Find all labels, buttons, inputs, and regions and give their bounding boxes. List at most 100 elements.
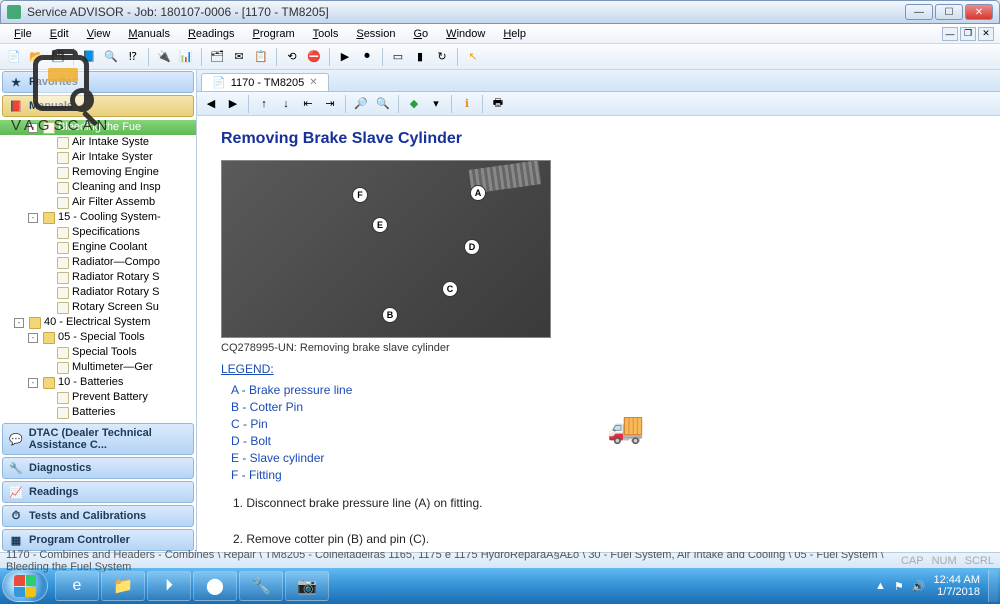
task-app1-icon[interactable]: ⬤ [193, 571, 237, 601]
tree-node[interactable]: -05 - Special Tools [0, 330, 196, 345]
show-desktop-button[interactable] [988, 570, 998, 602]
tb-mail-icon[interactable]: ✉ [229, 47, 249, 67]
tree-node[interactable]: -Bleeding the Fue [0, 120, 196, 135]
tree-node[interactable]: Cleaning and Insp [0, 180, 196, 195]
tb-win1-icon[interactable]: ▭ [388, 47, 408, 67]
tb-report-icon[interactable]: 📋 [251, 47, 271, 67]
tree-node[interactable]: Air Intake Syster [0, 150, 196, 165]
tb-back-icon[interactable]: ⟲ [282, 47, 302, 67]
print-icon[interactable]: 🖶 [488, 94, 508, 114]
tree-node[interactable]: Using a Booster B [0, 420, 196, 422]
book-icon: 📕 [9, 99, 23, 113]
tb-folder-icon[interactable]: 🗂 [207, 47, 227, 67]
task-media-icon[interactable]: ⏵ [147, 571, 191, 601]
maximize-button[interactable]: ☐ [935, 4, 963, 20]
info-icon[interactable]: ℹ [457, 94, 477, 114]
menu-edit[interactable]: Edit [42, 26, 77, 42]
tb-win2-icon[interactable]: ▮ [410, 47, 430, 67]
tree-node[interactable]: -40 - Electrical System [0, 315, 196, 330]
menu-program[interactable]: Program [244, 26, 302, 42]
tb-stop-icon[interactable]: ⛔ [304, 47, 324, 67]
nav-back-icon[interactable]: ◀ [201, 94, 221, 114]
tree-node[interactable]: Removing Engine [0, 165, 196, 180]
tb-diag-icon[interactable]: ⁉ [123, 47, 143, 67]
tree-node[interactable]: Air Intake Syste [0, 135, 196, 150]
tree-node[interactable]: Rotary Screen Su [0, 300, 196, 315]
system-tray[interactable]: ▲ ⚑ 🔊 12:44 AM1/7/2018 [867, 574, 988, 598]
tree-node[interactable]: Air Filter Assemb [0, 195, 196, 210]
tray-volume-icon[interactable]: 🔊 [912, 580, 926, 593]
manual-tree[interactable]: -Bleeding the FueAir Intake SysteAir Int… [0, 118, 196, 422]
nav-prev-icon[interactable]: ⇤ [298, 94, 318, 114]
menu-help[interactable]: Help [495, 26, 534, 42]
mdi-minimize[interactable]: — [942, 27, 958, 41]
task-app2-icon[interactable]: 🔧 [239, 571, 283, 601]
bookmark-icon[interactable]: ◆ [404, 94, 424, 114]
menu-go[interactable]: Go [405, 26, 436, 42]
tb-new-icon[interactable]: 📄 [4, 47, 24, 67]
tree-node[interactable]: Prevent Battery [0, 390, 196, 405]
document-viewer[interactable]: Removing Brake Slave Cylinder A B C D E … [197, 116, 1000, 552]
zoom-icon[interactable]: 🔍 [373, 94, 393, 114]
menu-readings[interactable]: Readings [180, 26, 243, 42]
nav-up-icon[interactable]: ↑ [254, 94, 274, 114]
sidebar-favorites[interactable]: ★Favorites [2, 71, 194, 93]
close-button[interactable]: ✕ [965, 4, 993, 20]
tab-tm8205[interactable]: 📄 1170 - TM8205 ✕ [201, 73, 329, 91]
menu-manuals[interactable]: Manuals [120, 26, 178, 42]
tb-pointer-icon[interactable]: ↖ [463, 47, 483, 67]
tab-label: 1170 - TM8205 [231, 77, 305, 89]
menu-window[interactable]: Window [438, 26, 493, 42]
menu-tools[interactable]: Tools [305, 26, 347, 42]
menu-file[interactable]: File [6, 26, 40, 42]
sidebar-readings[interactable]: 📈Readings [2, 481, 194, 503]
tree-node[interactable]: -15 - Cooling System- [0, 210, 196, 225]
menu-bar: File Edit View Manuals Readings Program … [0, 24, 1000, 44]
mdi-restore[interactable]: ❐ [960, 27, 976, 41]
tree-node[interactable]: Engine Coolant [0, 240, 196, 255]
tb-save-icon[interactable]: 💾 [48, 47, 68, 67]
tb-refresh-icon[interactable]: ↻ [432, 47, 452, 67]
task-ie-icon[interactable]: e [55, 571, 99, 601]
nav-fwd-icon[interactable]: ▶ [223, 94, 243, 114]
tb-manual-icon[interactable]: 📘 [79, 47, 99, 67]
find-icon[interactable]: 🔎 [351, 94, 371, 114]
tree-node[interactable]: Radiator Rotary S [0, 270, 196, 285]
tree-node[interactable]: Batteries [0, 405, 196, 420]
tree-node[interactable]: Multimeter—Ger [0, 360, 196, 375]
sidebar-diagnostics[interactable]: 🔧Diagnostics [2, 457, 194, 479]
tb-play-icon[interactable]: ▶ [335, 47, 355, 67]
tab-close-icon[interactable]: ✕ [309, 77, 317, 88]
tb-open-icon[interactable]: 📂 [26, 47, 46, 67]
task-app3-icon[interactable]: 📷 [285, 571, 329, 601]
tb-connect-icon[interactable]: 🔌 [154, 47, 174, 67]
nav-next-icon[interactable]: ⇥ [320, 94, 340, 114]
menu-view[interactable]: View [79, 26, 119, 42]
nav-down-icon[interactable]: ↓ [276, 94, 296, 114]
start-button[interactable] [2, 570, 48, 602]
bookmark-arrow-icon[interactable]: ▾ [426, 94, 446, 114]
task-explorer-icon[interactable]: 📁 [101, 571, 145, 601]
tray-up-icon[interactable]: ▲ [875, 580, 886, 592]
menu-session[interactable]: Session [348, 26, 403, 42]
tb-search-icon[interactable]: 🔍 [101, 47, 121, 67]
tree-node[interactable]: Special Tools [0, 345, 196, 360]
tb-readings-icon[interactable]: 📊 [176, 47, 196, 67]
tree-node[interactable]: Radiator Rotary S [0, 285, 196, 300]
mdi-close[interactable]: ✕ [978, 27, 994, 41]
tree-node[interactable]: Radiator—Compo [0, 255, 196, 270]
minimize-button[interactable]: — [905, 4, 933, 20]
tb-record-icon[interactable]: ⏺ [357, 47, 377, 67]
figure-image: A B C D E F [221, 160, 551, 338]
sidebar-dtac[interactable]: 💬DTAC (Dealer Technical Assistance C... [2, 423, 194, 455]
tray-flag-icon[interactable]: ⚑ [894, 580, 904, 593]
tray-clock[interactable]: 12:44 AM1/7/2018 [934, 574, 980, 598]
page-icon: 📄 [212, 76, 226, 89]
legend-heading[interactable]: LEGEND: [221, 362, 274, 376]
taskbar: e 📁 ⏵ ⬤ 🔧 📷 ▲ ⚑ 🔊 12:44 AM1/7/2018 [0, 568, 1000, 604]
legend-list: A - Brake pressure lineB - Cotter PinC -… [231, 382, 976, 484]
tree-node[interactable]: -10 - Batteries [0, 375, 196, 390]
sidebar-tests[interactable]: ⏱Tests and Calibrations [2, 505, 194, 527]
sidebar-manuals[interactable]: 📕Manuals [2, 95, 194, 117]
tree-node[interactable]: Specifications [0, 225, 196, 240]
